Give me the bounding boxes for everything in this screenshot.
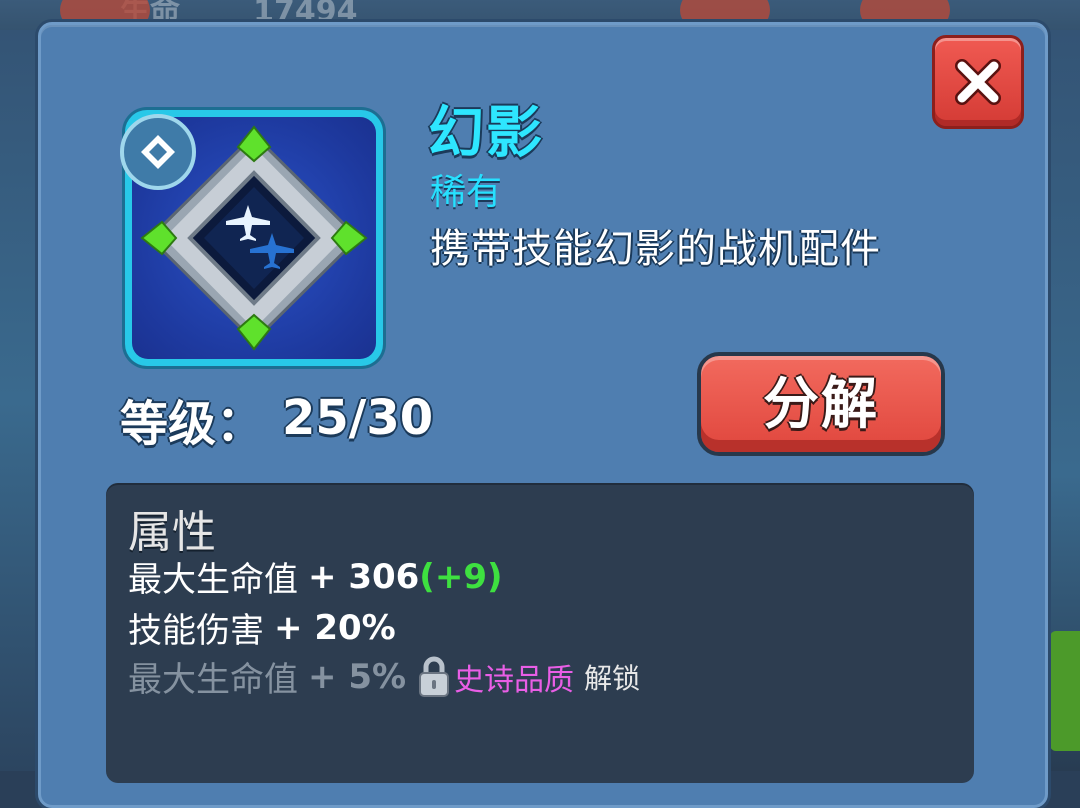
- attribute-row-locked: 最大生命值 + 5% 史诗品质 解锁: [128, 652, 640, 701]
- level-label: 等级：: [120, 396, 265, 452]
- unlock-label: 解锁: [584, 661, 641, 695]
- attribute-name: 技能伤害: [128, 611, 264, 651]
- diamond-rarity-icon: [120, 114, 196, 190]
- item-description: 携带技能幻影的战机配件: [430, 226, 881, 272]
- background-left: [0, 30, 40, 771]
- attribute-value: + 306: [308, 556, 420, 597]
- level-value: 25/30: [282, 390, 434, 446]
- attribute-row: 技能伤害 + 20%: [128, 603, 396, 652]
- close-button[interactable]: [932, 35, 1024, 129]
- dismantle-button-label: 分解: [763, 371, 879, 437]
- item-rarity: 稀有: [430, 172, 503, 213]
- close-icon: [955, 59, 1001, 105]
- quality-requirement: 史诗品质: [454, 662, 575, 698]
- attribute-row: 最大生命值 + 306 (+9): [128, 552, 503, 601]
- background-green-button: [1050, 631, 1080, 751]
- attribute-name: 最大生命值: [128, 660, 298, 700]
- item-name: 幻影: [428, 101, 544, 166]
- lock-icon: [419, 656, 450, 697]
- attributes-title: 属性: [128, 507, 216, 558]
- dismantle-button[interactable]: 分解: [697, 352, 945, 456]
- attribute-value: + 20%: [274, 607, 396, 648]
- attribute-bonus: (+9): [419, 556, 503, 597]
- attribute-name: 最大生命值: [128, 560, 298, 600]
- attribute-value: + 5%: [308, 656, 407, 697]
